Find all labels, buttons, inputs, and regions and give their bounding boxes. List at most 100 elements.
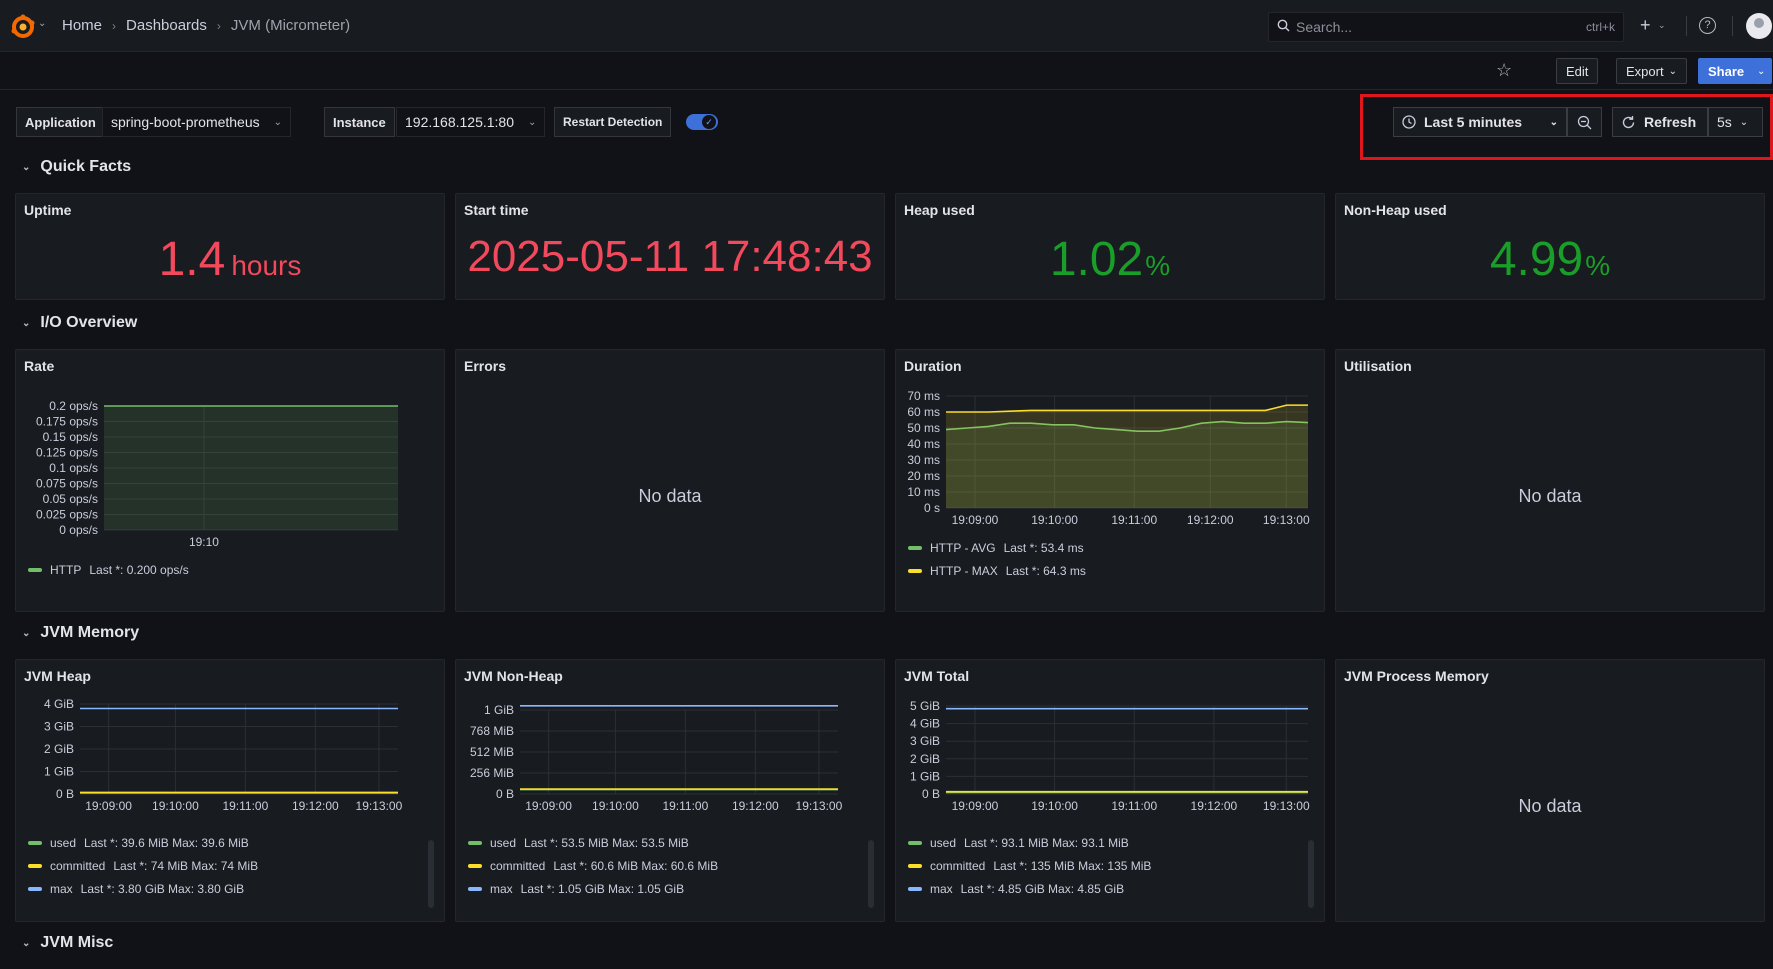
avatar[interactable] [1746, 13, 1772, 39]
breadcrumb-home[interactable]: Home [62, 17, 102, 34]
application-value: spring-boot-prometheus [111, 114, 260, 130]
legend-item[interactable]: used Last *: 53.5 MiB Max: 53.5 MiB [468, 836, 689, 850]
chevron-down-icon: ⌄ [22, 937, 31, 949]
application-variable-label: Application [16, 107, 105, 137]
star-icon[interactable]: ☆ [1496, 60, 1512, 81]
breadcrumb: Home › Dashboards › JVM (Micrometer) [62, 17, 350, 34]
panel-title: JVM Non-Heap [464, 668, 563, 684]
y-tick-label: 0 B [922, 787, 940, 801]
x-tick-label: 19:09:00 [952, 513, 999, 527]
series-area [946, 405, 1308, 508]
legend-stats: Last *: 0.200 ops/s [89, 563, 189, 577]
x-tick-label: 19:13:00 [356, 799, 403, 813]
legend-series-name: committed [490, 859, 546, 873]
y-tick-label: 768 MiB [470, 724, 514, 738]
row-jvm-memory[interactable]: ⌄ JVM Memory [22, 624, 139, 642]
legend-series-name: committed [50, 859, 106, 873]
legend-item[interactable]: committed Last *: 74 MiB Max: 74 MiB [28, 859, 258, 873]
chevron-down-icon: ⌄ [22, 317, 31, 329]
chevron-down-icon[interactable]: ⌄ [1658, 20, 1666, 31]
zoom-out-icon [1577, 115, 1592, 129]
legend-swatch [468, 841, 482, 845]
chevron-down-icon: ⌄ [273, 116, 283, 128]
legend-stats: Last *: 135 MiB Max: 135 MiB [993, 859, 1152, 873]
legend-item[interactable]: max Last *: 4.85 GiB Max: 4.85 GiB [908, 882, 1124, 896]
export-label: Export [1626, 63, 1664, 79]
panel-title: Utilisation [1344, 358, 1412, 374]
y-tick-label: 2 GiB [44, 742, 74, 756]
grafana-app: ⌄ Home › Dashboards › JVM (Micrometer) S… [0, 0, 1773, 969]
row-title: JVM Memory [40, 624, 140, 641]
panel-jvm-total[interactable]: JVM Total 5 GiB 4 GiB 3 GiB 2 GiB 1 GiB 0 B 19… [895, 659, 1325, 922]
panel-jvm-non-heap[interactable]: JVM Non-Heap 1 GiB 768 MiB 512 MiB 256 MiB 0… [455, 659, 885, 922]
panel-uptime[interactable]: Uptime 1.4 hours [15, 193, 445, 300]
application-select[interactable]: spring-boot-prometheus ⌄ [102, 107, 292, 137]
y-tick-label: 0.2 ops/s [49, 399, 98, 413]
y-tick-label: 0.05 ops/s [43, 492, 98, 506]
search-input[interactable]: Search... ctrl+k [1268, 12, 1624, 42]
legend-item[interactable]: used Last *: 39.6 MiB Max: 39.6 MiB [28, 836, 249, 850]
legend-stats: Last *: 1.05 GiB Max: 1.05 GiB [520, 882, 685, 896]
clock-icon [1402, 115, 1416, 129]
legend-scrollbar[interactable] [1308, 840, 1314, 908]
start-time-value: 2025-05-11 17:48:43 [467, 232, 873, 281]
breadcrumb-dashboards[interactable]: Dashboards [126, 17, 207, 34]
chevron-right-icon: › [112, 18, 117, 33]
x-tick-label: 19:12:00 [292, 799, 339, 813]
zoom-out-button[interactable] [1567, 107, 1602, 137]
share-button[interactable]: Share [1698, 58, 1755, 84]
legend-item[interactable]: committed Last *: 135 MiB Max: 135 MiB [908, 859, 1151, 873]
panel-jvm-process-memory[interactable]: JVM Process Memory No data [1335, 659, 1765, 922]
panel-title: Errors [464, 358, 507, 374]
instance-select[interactable]: 192.168.125.1:80 ⌄ [396, 107, 546, 137]
new-plus-icon[interactable]: + [1640, 15, 1651, 36]
legend-item[interactable]: HTTP Last *: 0.200 ops/s [28, 563, 189, 577]
panel-duration[interactable]: Duration 70 ms 60 ms 50 ms 40 ms 30 ms 20 ms 1… [895, 349, 1325, 612]
y-tick-label: 40 ms [907, 437, 940, 451]
refresh-interval-picker[interactable]: 5s ⌄ [1708, 107, 1763, 137]
x-tick-label: 19:12:00 [1187, 513, 1234, 527]
panel-start-time[interactable]: Start time 2025-05-11 17:48:43 [455, 193, 885, 300]
panel-errors[interactable]: Errors No data [455, 349, 885, 612]
non-heap-used-unit: % [1585, 250, 1611, 281]
restart-detection-toggle[interactable] [686, 114, 718, 130]
legend-item[interactable]: committed Last *: 60.6 MiB Max: 60.6 MiB [468, 859, 718, 873]
refresh-button[interactable]: Refresh [1612, 107, 1708, 137]
legend-swatch [908, 546, 922, 550]
row-jvm-misc[interactable]: ⌄ JVM Misc [22, 934, 113, 952]
panel-title: JVM Heap [24, 668, 91, 684]
legend-series-name: max [930, 882, 953, 896]
x-tick-label: 19:09:00 [85, 799, 132, 813]
legend-scrollbar[interactable] [868, 840, 874, 908]
legend-item[interactable]: used Last *: 93.1 MiB Max: 93.1 MiB [908, 836, 1129, 850]
legend-scrollbar[interactable] [428, 840, 434, 908]
help-icon[interactable]: ? [1699, 17, 1716, 34]
panel-non-heap-used[interactable]: Non-Heap used 4.99% [1335, 193, 1765, 300]
legend-swatch [908, 569, 922, 573]
no-data-message: No data [638, 486, 702, 506]
legend-swatch [28, 568, 42, 572]
refresh-interval-value: 5s [1717, 114, 1732, 130]
export-button[interactable]: Export ⌄ [1616, 58, 1687, 84]
chevron-down-icon[interactable]: ⌄ [38, 18, 46, 29]
y-tick-label: 1 GiB [44, 765, 74, 779]
panel-jvm-heap[interactable]: JVM Heap 4 GiB 3 GiB 2 GiB 1 GiB 0 B 19:09:00… [15, 659, 445, 922]
legend-item[interactable]: HTTP - MAX Last *: 64.3 ms [908, 564, 1086, 578]
row-title: I/O Overview [40, 314, 138, 331]
panel-heap-used[interactable]: Heap used 1.02% [895, 193, 1325, 300]
row-quick-facts[interactable]: ⌄ Quick Facts [22, 158, 131, 176]
legend-item[interactable]: max Last *: 3.80 GiB Max: 3.80 GiB [28, 882, 244, 896]
legend-stats: Last *: 53.5 MiB Max: 53.5 MiB [524, 836, 689, 850]
grafana-logo-icon[interactable] [10, 14, 36, 40]
share-menu-button[interactable]: ⌄ [1752, 58, 1772, 84]
row-io-overview[interactable]: ⌄ I/O Overview [22, 314, 137, 332]
legend-stats: Last *: 3.80 GiB Max: 3.80 GiB [80, 882, 245, 896]
time-range-picker[interactable]: Last 5 minutes ⌄ [1393, 107, 1567, 137]
panel-utilisation[interactable]: Utilisation No data [1335, 349, 1765, 612]
y-tick-label: 4 GiB [910, 717, 940, 731]
panel-rate[interactable]: Rate 0.2 ops/s 0.175 ops/s 0.15 ops/s 0.125… [15, 349, 445, 612]
legend-item[interactable]: max Last *: 1.05 GiB Max: 1.05 GiB [468, 882, 684, 896]
legend-item[interactable]: HTTP - AVG Last *: 53.4 ms [908, 541, 1084, 555]
edit-button[interactable]: Edit [1556, 58, 1599, 84]
legend-stats: Last *: 93.1 MiB Max: 93.1 MiB [964, 836, 1129, 850]
